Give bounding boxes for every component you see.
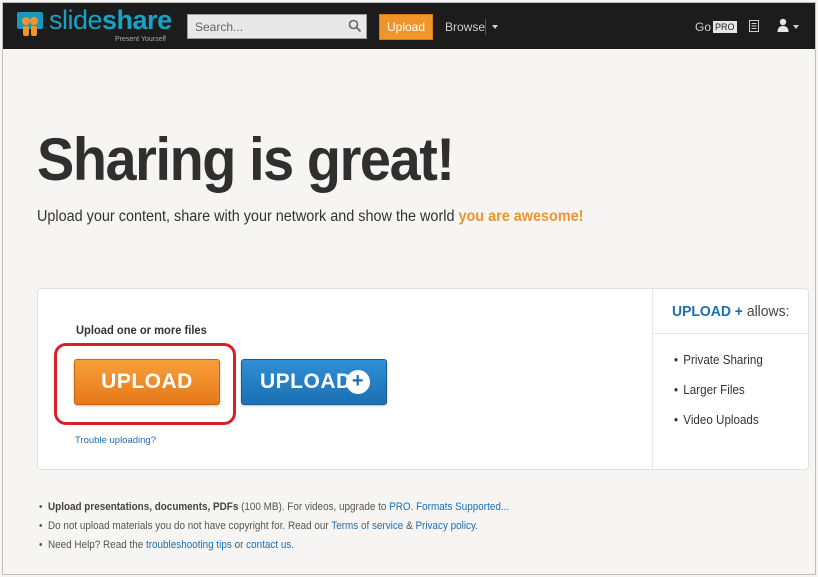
note-text: Do not upload materials you do not have … (48, 520, 329, 532)
card-divider (652, 289, 653, 469)
pro-badge: PRO (713, 21, 737, 33)
upload-button[interactable]: UPLOAD (74, 359, 220, 405)
allows-title-suffix: allows: (746, 303, 790, 320)
browse-divider (485, 19, 486, 35)
logo-wordmark: slideshare (49, 5, 172, 36)
page-subtitle: Upload your content, share with your net… (37, 208, 583, 226)
note-period: . (291, 539, 295, 551)
trouble-uploading-link[interactable]: Trouble uploading? (75, 435, 156, 446)
top-navigation-bar: slideshare Present Yourself Upload Brows… (3, 3, 815, 49)
note-period: . (475, 520, 478, 532)
note-line-help: • Need Help? Read the troubleshooting tip… (39, 539, 295, 551)
note-text: Need Help? Read the (48, 539, 144, 551)
go-label: Go (695, 20, 712, 34)
note-text: (100 MB). For videos, upgrade to (241, 501, 387, 513)
terms-of-service-link[interactable]: Terms of service (331, 520, 403, 532)
note-ampersand: & (406, 520, 413, 532)
contact-us-link[interactable]: contact us (246, 539, 291, 551)
subtitle-accent: you are awesome! (458, 208, 584, 225)
formats-supported-link[interactable]: Formats Supported... (416, 501, 509, 513)
caret-down-icon[interactable] (492, 25, 498, 29)
upload-files-label: Upload one or more files (76, 323, 207, 337)
upload-nav-button[interactable]: Upload (379, 14, 433, 40)
logo-tagline: Present Yourself (115, 36, 166, 43)
upload-card: Upload one or more files UPLOAD UPLOAD +… (37, 288, 809, 470)
note-separator: . (410, 501, 414, 513)
allows-item-private-sharing: Private Sharing (683, 353, 763, 367)
allows-title-plus: + (734, 303, 743, 320)
allows-list: • Private Sharing • Larger Files • Video Up… (674, 353, 769, 443)
upload-plus-button[interactable]: UPLOAD + (241, 359, 387, 405)
note-line-copyright: • Do not upload materials you do not have… (39, 520, 478, 532)
list-item: • Larger Files (674, 383, 745, 397)
document-icon[interactable] (749, 20, 759, 32)
user-icon[interactable] (777, 18, 789, 32)
plus-icon: + (346, 370, 370, 394)
list-item: • Video Uploads (674, 413, 759, 427)
upload-plus-allows-title: UPLOAD + allows: (672, 303, 789, 320)
page-title: Sharing is great! (37, 126, 455, 193)
subtitle-text: Upload your content, share with your net… (37, 208, 455, 225)
logo-text-share: share (102, 5, 172, 35)
search-input[interactable] (188, 15, 338, 38)
go-pro-link[interactable]: Go PRO (695, 14, 737, 40)
privacy-policy-link[interactable]: Privacy policy (415, 520, 475, 532)
browse-menu[interactable]: Browse (445, 14, 485, 40)
upload-notes: • Upload presentations, documents, PDFs (… (39, 501, 561, 558)
search-box (187, 14, 367, 39)
troubleshooting-tips-link[interactable]: troubleshooting tips (146, 539, 232, 551)
allows-title-upload: UPLOAD (672, 303, 731, 320)
allows-item-larger-files: Larger Files (683, 383, 745, 397)
allows-item-video-uploads: Video Uploads (683, 413, 759, 427)
list-item: • Private Sharing (674, 353, 763, 367)
user-menu-caret-icon[interactable] (793, 25, 799, 29)
logo-text-slide: slide (49, 5, 103, 35)
note-line-upload-limits: • Upload presentations, documents, PDFs (… (39, 501, 510, 513)
allows-divider (653, 333, 809, 334)
note-or: or (234, 539, 244, 551)
upload-plus-label: UPLOAD (260, 370, 352, 393)
pro-link[interactable]: PRO (389, 501, 410, 513)
note-bold-text: Upload presentations, documents, PDFs (48, 501, 239, 513)
search-icon[interactable] (348, 19, 362, 33)
page-frame: slideshare Present Yourself Upload Brows… (2, 2, 816, 575)
slideshare-logo-icon (17, 12, 43, 36)
